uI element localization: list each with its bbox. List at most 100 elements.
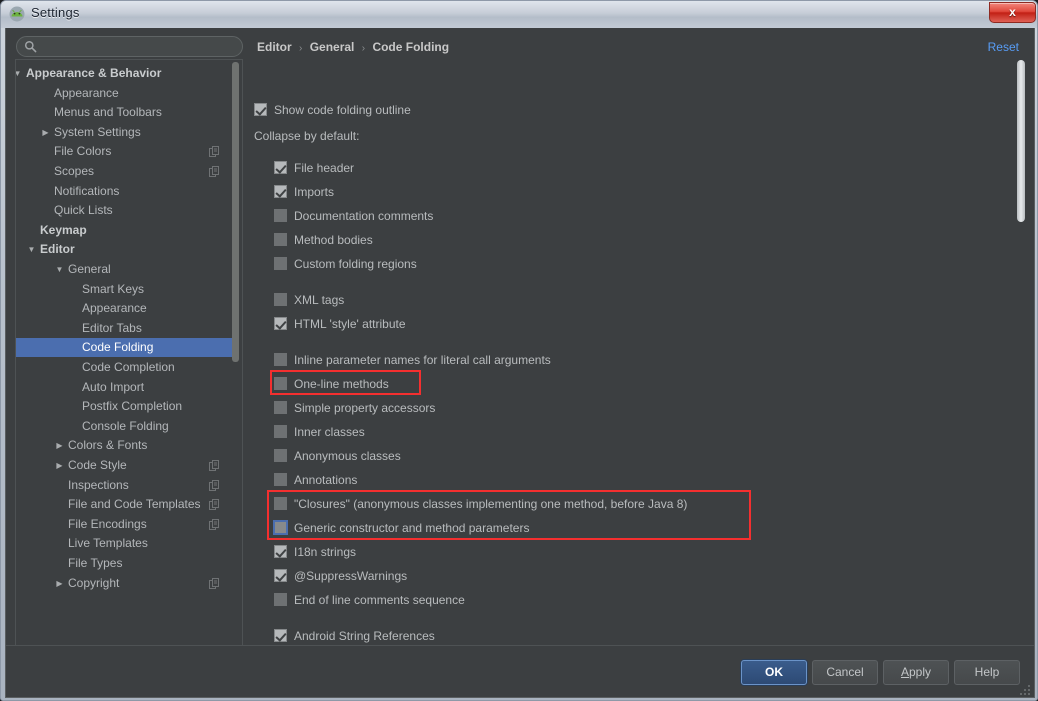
sidebar-item-quick-lists[interactable]: Quick Lists xyxy=(16,201,234,220)
settings-window: Settings x Editor › General › Code Foldi… xyxy=(0,0,1038,701)
copy-settings-icon xyxy=(209,165,220,177)
search-icon xyxy=(24,40,37,53)
button-label: Cancel xyxy=(826,665,864,679)
sidebar-item-label: Menus and Toolbars xyxy=(54,105,162,120)
checkbox-icon[interactable] xyxy=(274,593,287,606)
sidebar-item-scopes[interactable]: Scopes xyxy=(16,162,234,181)
checkbox-icon[interactable] xyxy=(274,233,287,246)
chevron-down-icon[interactable]: ▼ xyxy=(54,260,65,279)
sidebar-item-appearance-behavior[interactable]: ▼Appearance & Behavior xyxy=(16,64,234,83)
help-button[interactable]: Help xyxy=(954,660,1020,685)
checkbox-label: End of line comments sequence xyxy=(294,593,465,607)
checkbox-icon[interactable] xyxy=(274,377,287,390)
button-label: OK xyxy=(765,665,783,679)
ok-button[interactable]: OK xyxy=(741,660,807,685)
checkbox-label: Method bodies xyxy=(294,233,373,247)
sidebar-item-label: File Encodings xyxy=(68,516,147,531)
sidebar-item-console-folding[interactable]: Console Folding xyxy=(16,417,234,436)
copy-settings-icon xyxy=(209,145,220,158)
sidebar-item-file-colors[interactable]: File Colors xyxy=(16,142,234,161)
search-input[interactable] xyxy=(41,38,236,55)
checkbox-label: Generic constructor and method parameter… xyxy=(294,521,530,535)
sidebar-item-label: System Settings xyxy=(54,124,141,139)
resize-grip[interactable] xyxy=(1019,683,1031,695)
sidebar-item-colors-fonts[interactable]: ▶ Colors & Fonts xyxy=(16,436,234,455)
search-box[interactable] xyxy=(16,36,243,57)
checkbox-icon[interactable] xyxy=(274,521,287,534)
sidebar-item-system-settings[interactable]: ▶ System Settings xyxy=(16,123,234,142)
sidebar-item-file-and-code-templates[interactable]: File and Code Templates xyxy=(16,495,234,514)
chevron-down-icon[interactable]: ▼ xyxy=(16,64,23,83)
chevron-down-icon[interactable]: ▼ xyxy=(26,240,37,259)
sidebar-item-live-templates[interactable]: Live Templates xyxy=(16,534,234,553)
checkbox-icon[interactable] xyxy=(274,161,287,174)
checkbox-icon[interactable] xyxy=(274,317,287,330)
checkbox-icon[interactable] xyxy=(254,103,267,116)
checkbox-icon[interactable] xyxy=(274,425,287,438)
sidebar-item-inspections[interactable]: Inspections xyxy=(16,476,234,495)
sidebar-item-label: Smart Keys xyxy=(82,281,145,296)
sidebar-item-notifications[interactable]: Notifications xyxy=(16,182,234,201)
sidebar-item-copyright[interactable]: ▶ Copyright xyxy=(16,574,234,593)
sidebar-item-menus-and-toolbars[interactable]: Menus and Toolbars xyxy=(16,103,234,122)
sidebar-item-general[interactable]: ▼ General xyxy=(16,260,234,279)
sidebar-item-label: Appearance xyxy=(82,301,147,316)
checkbox-icon[interactable] xyxy=(274,209,287,222)
sidebar-item-appearance[interactable]: Appearance xyxy=(16,299,234,318)
chevron-right-icon[interactable]: ▶ xyxy=(54,574,65,593)
sidebar-item-label: File Types xyxy=(68,556,123,570)
checkbox-icon[interactable] xyxy=(274,545,287,558)
checkbox-label: Android String References xyxy=(294,629,435,643)
sidebar-item-keymap[interactable]: Keymap xyxy=(16,221,234,240)
sidebar-item-label: Inspections xyxy=(68,477,129,492)
sidebar-item-code-folding[interactable]: Code Folding xyxy=(16,338,234,358)
breadcrumb-item-code-folding[interactable]: Code Folding xyxy=(372,40,449,54)
sidebar-item-label: Keymap xyxy=(40,222,87,237)
checkbox-icon[interactable] xyxy=(274,473,287,486)
checkbox-label: Imports xyxy=(294,185,335,199)
sidebar-item-postfix-completion[interactable]: Postfix Completion xyxy=(16,397,234,416)
checkbox-icon[interactable] xyxy=(274,449,287,462)
sidebar-item-file-types[interactable]: File Types xyxy=(16,554,234,573)
breadcrumb-separator-icon: › xyxy=(361,43,366,54)
chevron-right-icon[interactable]: ▶ xyxy=(40,123,51,142)
cancel-button[interactable]: Cancel xyxy=(812,660,878,685)
sidebar-item-label: Quick Lists xyxy=(54,203,113,218)
checkbox-icon[interactable] xyxy=(274,353,287,366)
checkbox-label: Show code folding outline xyxy=(274,103,411,117)
breadcrumb-item-editor[interactable]: Editor xyxy=(257,40,292,54)
checkbox-label: Custom folding regions xyxy=(294,257,417,271)
sidebar-item-label: Code Style xyxy=(68,458,127,472)
checkbox-label: Inline parameter names for literal call … xyxy=(294,353,551,367)
apply-button[interactable]: Apply xyxy=(883,660,949,685)
checkbox-icon[interactable] xyxy=(274,257,287,270)
close-button[interactable]: x xyxy=(989,2,1036,23)
sidebar-item-label: Code Folding xyxy=(82,340,154,355)
sidebar-item-appearance[interactable]: Appearance xyxy=(16,84,234,103)
sidebar-item-editor-tabs[interactable]: Editor Tabs xyxy=(16,319,234,338)
chevron-right-icon[interactable]: ▶ xyxy=(54,436,65,455)
sidebar-item-code-style[interactable]: ▶ Code Style xyxy=(16,456,234,475)
content-scrollbar-thumb[interactable] xyxy=(1017,60,1025,222)
checkbox-icon[interactable] xyxy=(274,497,287,510)
sidebar-item-file-encodings[interactable]: File Encodings xyxy=(16,515,234,534)
settings-tree[interactable]: ▼Appearance & BehaviorAppearanceMenus an… xyxy=(15,59,243,661)
checkbox-icon[interactable] xyxy=(274,401,287,414)
sidebar-item-label: Code Completion xyxy=(82,360,175,374)
sidebar-item-code-completion[interactable]: Code Completion xyxy=(16,358,234,377)
sidebar-scrollbar[interactable] xyxy=(232,60,241,660)
checkbox-label: Inner classes xyxy=(294,425,365,439)
reset-link[interactable]: Reset xyxy=(988,40,1019,54)
window-titlebar[interactable]: Settings x xyxy=(1,1,1037,28)
chevron-right-icon[interactable]: ▶ xyxy=(54,456,65,475)
checkbox-icon[interactable] xyxy=(274,293,287,306)
checkbox-icon[interactable] xyxy=(274,569,287,582)
checkbox-icon[interactable] xyxy=(274,629,287,642)
checkbox-icon[interactable] xyxy=(274,185,287,198)
breadcrumb-item-general[interactable]: General xyxy=(310,40,355,54)
sidebar-item-editor[interactable]: ▼ Editor xyxy=(16,240,234,259)
sidebar-item-auto-import[interactable]: Auto Import xyxy=(16,378,234,397)
sidebar-item-smart-keys[interactable]: Smart Keys xyxy=(16,280,234,299)
content-scrollbar[interactable] xyxy=(1016,59,1026,661)
sidebar-scrollbar-thumb[interactable] xyxy=(232,62,239,362)
